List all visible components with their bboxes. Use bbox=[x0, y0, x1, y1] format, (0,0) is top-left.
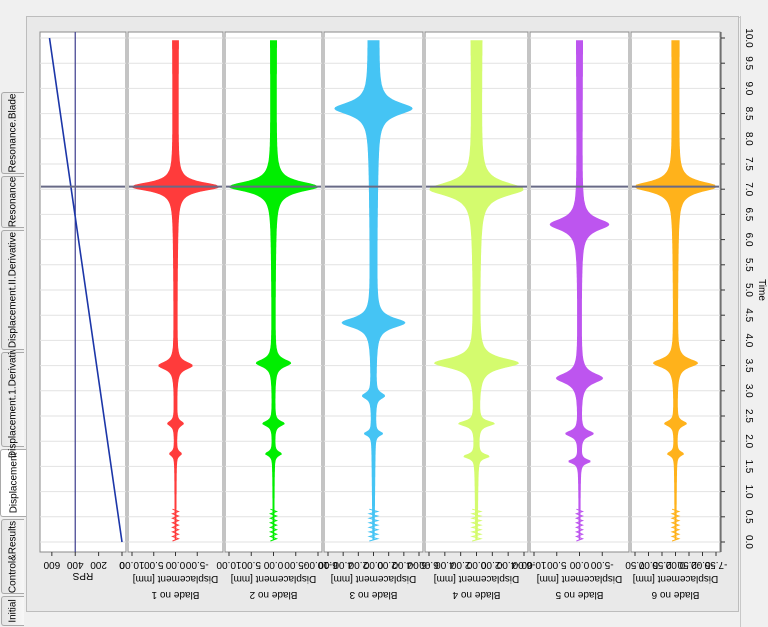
blade5-axis-title: Displacement [mm] bbox=[536, 573, 622, 584]
rps-tick-label: 400 bbox=[66, 559, 83, 570]
blade2-tick-label: -5.00 bbox=[284, 559, 307, 570]
blade3-title: Blade no 3 bbox=[349, 589, 397, 600]
blade1-tick-label: 10.00 bbox=[119, 559, 144, 570]
time-axis-title: Time bbox=[756, 279, 767, 301]
time-tick-label: 6.5 bbox=[743, 207, 754, 221]
blade1-tick-label: 0.00 bbox=[165, 559, 185, 570]
time-tick-label: 0.0 bbox=[743, 535, 754, 549]
blade5-tick-label: -5.00 bbox=[590, 559, 613, 570]
blade2-tick-label: 10.00 bbox=[216, 559, 241, 570]
rps-axis-title: RPS bbox=[72, 570, 93, 581]
blade6-tick-label: -7.50 bbox=[704, 559, 727, 570]
time-tick-label: 10.0 bbox=[743, 28, 754, 48]
displacement-charts: 0.0 0.5 1.0 1.5 2.0 2.5 3.0 3.5 4.0 4.5 5.0 5.5 6.0 6… bbox=[39, 28, 767, 600]
panel-frame bbox=[39, 31, 127, 553]
time-tick-label: 0.5 bbox=[743, 510, 754, 524]
blade1-axis-title: Displacement [mm] bbox=[132, 573, 218, 584]
blade2-title: Blade no 2 bbox=[249, 589, 297, 600]
time-tick-label: 9.0 bbox=[743, 81, 754, 95]
blade5-tick-label: 5.00 bbox=[547, 559, 567, 570]
time-tick-label: 1.5 bbox=[743, 459, 754, 473]
blade1-tick-label: -5.00 bbox=[185, 559, 208, 570]
blade4-axis-title: Displacement [mm] bbox=[433, 573, 519, 584]
blade6-title: Blade no 6 bbox=[651, 589, 699, 600]
blade5-tick-label: 10.00 bbox=[521, 559, 546, 570]
time-tick-label: 5.0 bbox=[743, 283, 754, 297]
rps-tick-label: 600 bbox=[43, 559, 60, 570]
blade1-tick-label: 5.00 bbox=[144, 559, 164, 570]
time-tick-label: 2.5 bbox=[743, 409, 754, 423]
time-tick-label: 2.0 bbox=[743, 434, 754, 448]
blade5-title: Blade no 5 bbox=[555, 589, 603, 600]
blade3-axis-title: Displacement [mm] bbox=[330, 573, 416, 584]
time-tick-label: 5.5 bbox=[743, 258, 754, 272]
time-tick-label: 1.0 bbox=[743, 485, 754, 499]
time-tick-label: 6.0 bbox=[743, 233, 754, 247]
rps-tick-label: 200 bbox=[90, 559, 107, 570]
time-tick-label: 4.5 bbox=[743, 308, 754, 322]
time-tick-label: 7.5 bbox=[743, 157, 754, 171]
time-tick-label: 3.5 bbox=[743, 359, 754, 373]
blade2-axis-title: Displacement [mm] bbox=[230, 573, 316, 584]
time-tick-label: 3.0 bbox=[743, 384, 754, 398]
time-tick-label: 7.0 bbox=[743, 182, 754, 196]
blade5-tick-label: 0.00 bbox=[569, 559, 589, 570]
time-tick-label: 8.0 bbox=[743, 132, 754, 146]
time-tick-label: 8.5 bbox=[743, 107, 754, 121]
blade4-title: Blade no 4 bbox=[452, 589, 500, 600]
time-tick-label: 4.0 bbox=[743, 333, 754, 347]
blade1-title: Blade no 1 bbox=[151, 589, 199, 600]
blade2-tick-label: 0.00 bbox=[263, 559, 283, 570]
blade6-axis-title: Displacement [mm] bbox=[632, 573, 718, 584]
time-tick-label: 9.5 bbox=[743, 56, 754, 70]
chart-panel-0 bbox=[39, 31, 127, 553]
blade2-tick-label: 5.00 bbox=[241, 559, 261, 570]
